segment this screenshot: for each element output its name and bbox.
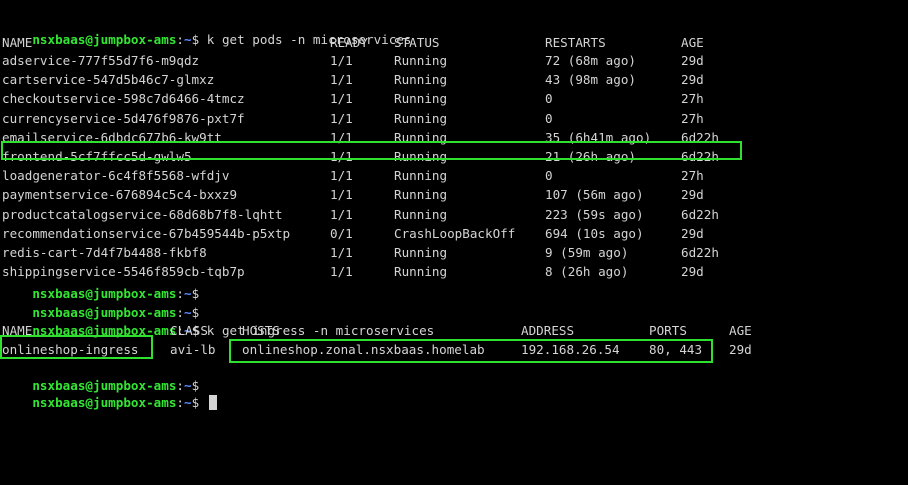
pod-status: Running [394,72,448,88]
pod-status: Running [394,149,448,164]
column-header-class: CLASS [170,323,208,338]
pod-age: 29d [681,72,704,88]
pod-restarts: 21 (26h ago) [545,149,636,164]
pod-restarts: 35 (6h41m ago) [545,129,652,145]
table-row: cartservice-547d5b46c7-glmxz 1/1 Running 43… [2,71,908,89]
pod-ready: 1/1 [330,187,353,203]
pod-name: cartservice-547d5b46c7-glmxz [2,72,215,88]
pod-restarts: 72 (68m ago) [545,53,636,68]
pod-status: Running [394,53,448,68]
pod-age: 6d22h [681,206,719,222]
column-header-status: STATUS [394,35,440,50]
pod-status: Running [394,187,448,203]
column-header-address: ADDRESS [521,323,575,338]
table-row: emailservice-6dbdc677b6-kw9tt 1/1 Running 3… [2,129,908,147]
table-row: adservice-777f55d7f6-m9qdz 1/1 Running 72 (… [2,52,908,70]
column-header-restarts: RESTARTS [545,35,606,50]
column-header-ready: READY [330,35,368,50]
pod-status: Running [394,129,448,145]
pod-name: emailservice-6dbdc677b6-kw9tt [2,129,222,145]
ingress-name: onlineshop-ingress [2,342,139,357]
pod-restarts: 9 (59m ago) [545,245,629,260]
pod-ready: 1/1 [330,206,353,222]
pod-ready: 1/1 [330,72,353,88]
column-header-age: AGE [681,35,704,50]
terminal-window[interactable]: nsxbaas@jumpbox-ams:~$ k get pods -n mic… [0,0,908,423]
table-row: frontend-5cf7ffcc5d-gwlw5 1/1 Running 21 (2… [2,148,908,166]
pod-ready: 1/1 [330,264,353,280]
pod-restarts: 0 [545,91,553,107]
prompt-line: nsxbaas@jumpbox-ams:~$ k get pods -n mic… [32,32,412,47]
pod-restarts: 694 (10s ago) [545,225,644,241]
ingress-hosts: onlineshop.zonal.nsxbaas.homelab [242,342,485,357]
pod-ready: 1/1 [330,91,353,107]
column-header-age: AGE [729,323,752,338]
column-header-hosts: HOSTS [242,323,280,338]
text-cursor[interactable] [208,395,217,410]
pod-age: 29d [681,187,704,203]
pod-ready: 1/1 [330,53,353,68]
pod-age: 29d [681,264,704,280]
ingress-age: 29d [729,342,752,357]
table-row: recommendationservice-67b459544b-p5xtp 0/… [2,225,908,243]
pod-status: Running [394,245,448,260]
prompt-line: nsxbaas@jumpbox-ams:~$ k get ingress -n … [32,323,435,338]
pod-restarts: 107 (56m ago) [545,187,644,203]
pod-name: loadgenerator-6c4f8f5568-wfdjv [2,168,230,184]
pod-restarts: 0 [545,168,553,184]
pod-name: productcatalogservice-68d68b7f8-lqhtt [2,206,283,222]
pod-name: adservice-777f55d7f6-m9qdz [2,53,200,68]
pod-ready: 1/1 [330,168,353,184]
pod-status: Running [394,91,448,107]
pod-status: Running [394,206,448,222]
pod-restarts: 8 (26h ago) [545,264,629,280]
pod-age: 29d [681,225,704,241]
table-row: currencyservice-5d476f9876-pxt7f 1/1 Runni… [2,110,908,128]
prompt-line: nsxbaas@jumpbox-ams:~$ [32,286,200,301]
pod-name: frontend-5cf7ffcc5d-gwlw5 [2,149,192,164]
pod-age: 27h [681,168,704,184]
table-row: redis-cart-7d4f7b4488-fkbf8 1/1 Running 9 (… [2,244,908,262]
pod-restarts: 43 (98m ago) [545,72,636,88]
table-row: paymentservice-676894c5c4-bxxz9 1/1 Runnin… [2,186,908,204]
pod-name: redis-cart-7d4f7b4488-fkbf8 [2,245,207,260]
pod-ready: 0/1 [330,225,353,241]
ingress-row: onlineshop-ingress avi-lb onlineshop.zon… [2,341,908,359]
pod-status: Running [394,168,448,184]
pod-age: 6d22h [681,245,719,260]
column-header-ports: PORTS [649,323,687,338]
table-row: loadgenerator-6c4f8f5568-wfdjv 1/1 Running… [2,167,908,185]
pod-status: CrashLoopBackOff [394,225,516,241]
pod-restarts: 0 [545,110,553,126]
pod-ready: 1/1 [330,129,353,145]
ingress-address: 192.168.26.54 [521,342,620,357]
column-header-name: NAME [2,35,33,50]
pod-name: currencyservice-5d476f9876-pxt7f [2,110,245,126]
pod-name: paymentservice-676894c5c4-bxxz9 [2,187,238,203]
pod-status: Running [394,264,448,280]
prompt-line: nsxbaas@jumpbox-ams:~$ [32,305,200,320]
prompt-line-active[interactable]: nsxbaas@jumpbox-ams:~$ [2,376,217,410]
pod-age: 27h [681,110,704,126]
ingress-ports: 80, 443 [649,342,703,357]
table-row: checkoutservice-598c7d6466-4tmcz 1/1 Runni… [2,90,908,108]
pod-name: recommendationservice-67b459544b-p5xtp [2,225,291,241]
pod-age: 29d [681,53,704,68]
pod-ready: 1/1 [330,245,353,260]
pod-status: Running [394,110,448,126]
prompt-line: nsxbaas@jumpbox-ams:~$ [32,378,200,393]
pod-ready: 1/1 [330,149,353,164]
pod-age: 6d22h [681,149,719,164]
column-header-name: NAME [2,323,33,338]
ingress-class: avi-lb [170,342,216,357]
pods-table-header: NAME READY STATUS RESTARTS AGE [2,34,908,52]
pod-ready: 1/1 [330,110,353,126]
pod-age: 27h [681,91,704,107]
ingress-table-header: NAME CLASS HOSTS ADDRESS PORTS AGE [2,322,908,340]
pod-restarts: 223 (59s ago) [545,206,644,222]
table-row: productcatalogservice-68d68b7f8-lqhtt 1/1… [2,206,908,224]
pod-age: 6d22h [681,129,719,145]
pod-name: checkoutservice-598c7d6466-4tmcz [2,91,245,107]
